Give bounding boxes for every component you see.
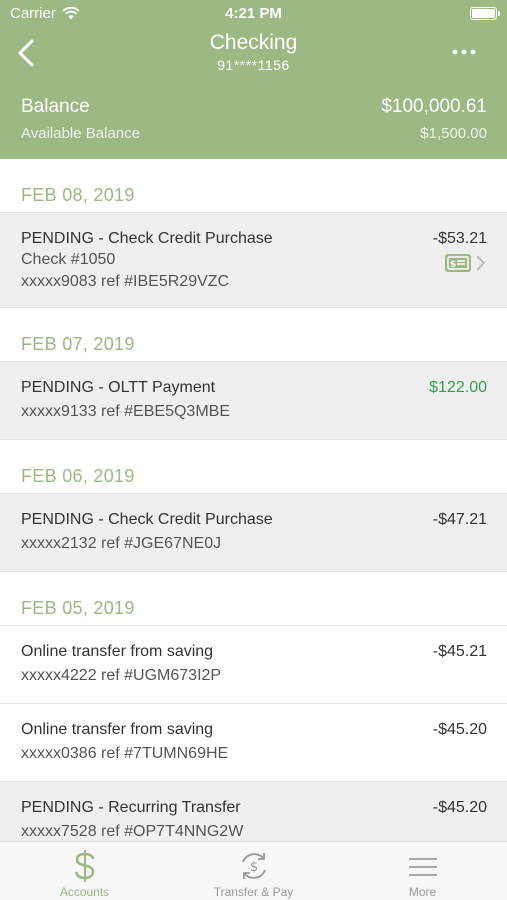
more-dots-icon[interactable] bbox=[449, 42, 479, 62]
available-balance-row: Available Balance $1,500.00 bbox=[21, 125, 487, 142]
transfer-pay-icon: $ bbox=[241, 853, 266, 879]
transaction-title: PENDING - OLTT Payment bbox=[21, 379, 216, 396]
transaction-ref: xxxxx2132 ref #JGE67NE0J bbox=[21, 535, 222, 552]
status-bar: Carrier 4:21 PM bbox=[0, 0, 507, 28]
tab-more[interactable]: More bbox=[338, 842, 507, 900]
tab-transfer-pay-label: Transfer & Pay bbox=[213, 885, 294, 899]
menu-icon bbox=[408, 858, 437, 876]
date-header: FEB 06, 2019 bbox=[0, 440, 507, 494]
transaction-amount: -$47.21 bbox=[432, 511, 487, 528]
transaction-title: Online transfer from saving bbox=[21, 721, 214, 738]
tab-bar: Accounts $ Transfer & Pay More bbox=[0, 841, 507, 900]
available-balance-value: $1,500.00 bbox=[420, 125, 487, 142]
tab-accounts-label: Accounts bbox=[59, 885, 110, 899]
dollar-icon bbox=[74, 850, 94, 882]
status-time: 4:21 PM bbox=[225, 5, 282, 22]
transaction-row[interactable]: Online transfer from saving xxxxx4222 re… bbox=[0, 626, 507, 704]
transaction-row[interactable]: PENDING - Check Credit Purchase Check #1… bbox=[0, 213, 507, 308]
transaction-title: Online transfer from saving bbox=[21, 643, 214, 660]
transaction-row[interactable]: PENDING - Check Credit Purchase xxxxx213… bbox=[0, 494, 507, 572]
check-image-icon[interactable]: $ bbox=[445, 254, 471, 272]
transaction-amount: -$45.20 bbox=[432, 799, 487, 816]
tab-accounts[interactable]: Accounts bbox=[0, 842, 169, 900]
balance-value: $100,000.61 bbox=[381, 96, 487, 117]
date-header: FEB 05, 2019 bbox=[0, 572, 507, 626]
transaction-ref: xxxxx4222 ref #UGM673I2P bbox=[21, 667, 222, 684]
transaction-ref: xxxxx0386 ref #7TUMN69HE bbox=[21, 745, 229, 762]
transaction-row[interactable]: Online transfer from saving xxxxx0386 re… bbox=[0, 704, 507, 782]
date-header: FEB 08, 2019 bbox=[0, 159, 507, 213]
transaction-amount: -$45.20 bbox=[432, 721, 487, 738]
date-header: FEB 07, 2019 bbox=[0, 308, 507, 362]
svg-text:$: $ bbox=[249, 860, 257, 875]
nav-bar: Checking 91****1156 bbox=[0, 28, 507, 78]
battery-icon bbox=[470, 7, 500, 20]
transaction-ref: xxxxx7528 ref #OP7T4NNG2W bbox=[21, 823, 244, 840]
transaction-title: PENDING - Check Credit Purchase bbox=[21, 230, 273, 247]
transaction-ref: xxxxx9083 ref #IBE5R29VZC bbox=[21, 273, 230, 290]
transaction-title: PENDING - Recurring Transfer bbox=[21, 799, 241, 816]
svg-text:$: $ bbox=[450, 260, 456, 270]
balance-label: Balance bbox=[21, 96, 90, 117]
available-balance-label: Available Balance bbox=[21, 125, 140, 142]
account-number: 91****1156 bbox=[217, 57, 290, 73]
transaction-ref: xxxxx9133 ref #EBE5Q3MBE bbox=[21, 403, 230, 420]
transaction-row[interactable]: PENDING - OLTT Payment xxxxx9133 ref #EB… bbox=[0, 362, 507, 440]
transaction-list[interactable]: FEB 08, 2019 PENDING - Check Credit Purc… bbox=[0, 159, 507, 841]
chevron-right-icon bbox=[477, 256, 485, 270]
transaction-row[interactable]: PENDING - Recurring Transfer xxxxx7528 r… bbox=[0, 782, 507, 841]
transaction-amount: -$45.21 bbox=[432, 643, 487, 660]
transaction-title: PENDING - Check Credit Purchase bbox=[21, 511, 273, 528]
transaction-amount: -$53.21 bbox=[432, 230, 487, 247]
tab-more-label: More bbox=[408, 885, 437, 899]
page-title: Checking bbox=[209, 31, 298, 54]
account-header: Carrier 4:21 PM Checking 91****1156 Bala… bbox=[0, 0, 507, 159]
transaction-check-number: Check #1050 bbox=[21, 251, 116, 268]
tab-transfer-pay[interactable]: $ Transfer & Pay bbox=[169, 842, 338, 900]
transaction-amount: $122.00 bbox=[429, 379, 487, 396]
balance-row: Balance $100,000.61 bbox=[21, 96, 487, 118]
